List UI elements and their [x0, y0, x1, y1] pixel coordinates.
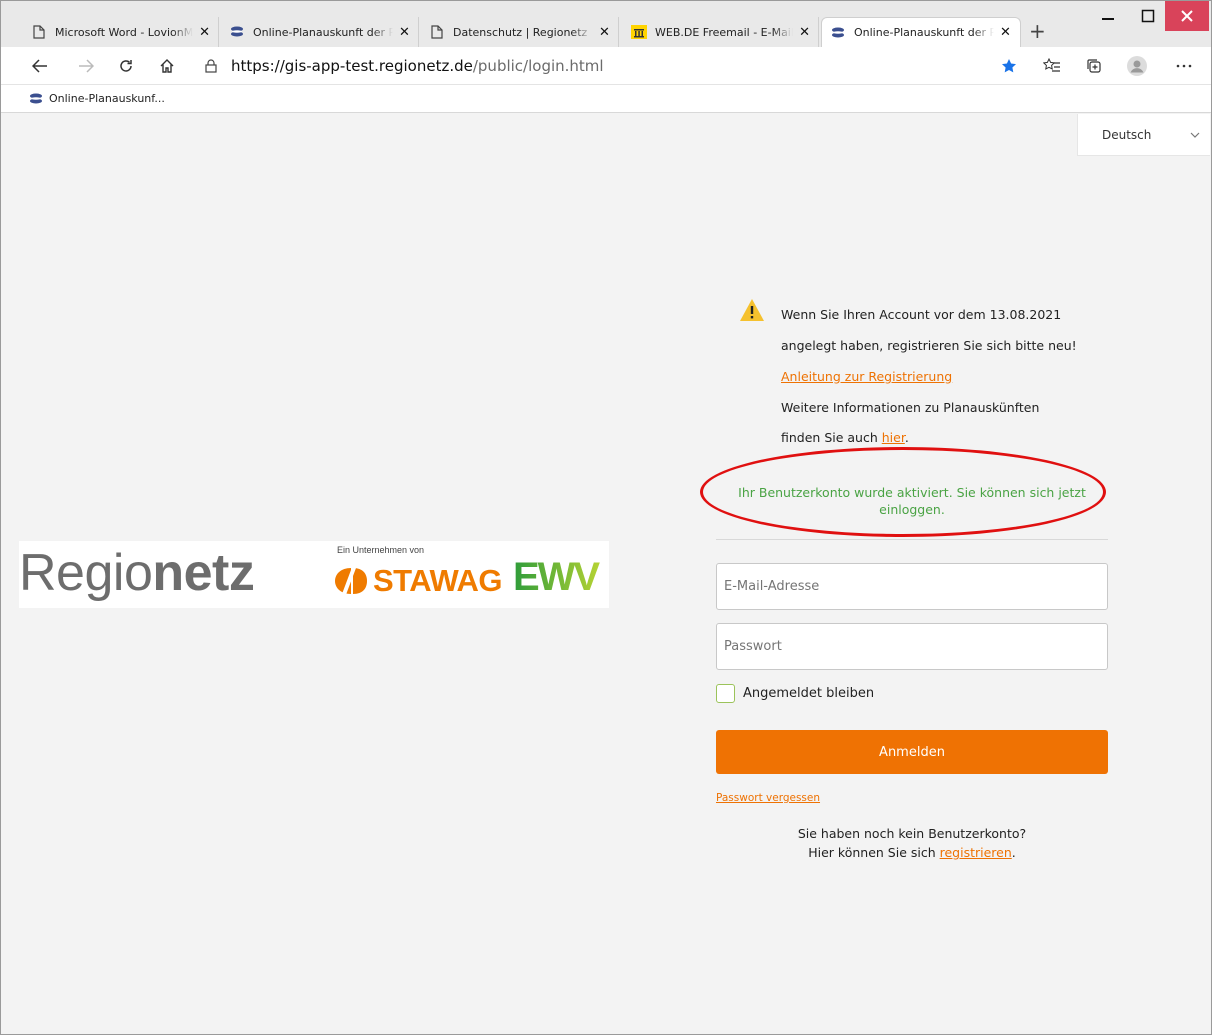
page-icon	[31, 24, 47, 40]
email-field[interactable]	[716, 563, 1108, 610]
tab-planauskunft-active[interactable]: Online-Planauskunft der Re ✕	[821, 17, 1021, 47]
no-account-text: Sie haben noch kein Benutzerkonto? Hier …	[716, 824, 1108, 862]
notice-line-1: Wenn Sie Ihren Account vor dem 13.08.202…	[781, 307, 1062, 322]
forward-button[interactable]	[75, 55, 97, 77]
notice-line-2: angelegt haben, registrieren Sie sich bi…	[781, 338, 1077, 353]
close-tab-icon[interactable]: ✕	[599, 25, 610, 40]
refresh-button[interactable]	[115, 55, 137, 77]
divider	[716, 539, 1108, 540]
tab-word[interactable]: Microsoft Word - LovionM ✕	[23, 17, 219, 47]
close-tab-icon[interactable]: ✕	[799, 25, 810, 40]
close-window-button[interactable]	[1165, 1, 1209, 31]
ewv-logo: EWV	[513, 555, 605, 607]
profile-avatar[interactable]	[1126, 55, 1148, 77]
stawag-mark-icon	[335, 566, 367, 596]
stawag-logo: STAWAG	[333, 563, 503, 599]
regionetz-icon	[830, 25, 846, 41]
no-account-line-1: Sie haben noch kein Benutzerkonto?	[797, 826, 1027, 841]
url-field[interactable]: https://gis-app-test.regionetz.de/public…	[193, 51, 1031, 81]
notice-line-3: Anleitung zur Registrierung	[781, 369, 952, 384]
tab-datenschutz[interactable]: Datenschutz | Regionetz ✕	[421, 17, 619, 47]
notice-line-5: finden Sie auch hier.	[781, 430, 909, 445]
no-account-line-2: Hier können Sie sich registrieren.	[808, 845, 1016, 860]
more-info-link[interactable]: hier	[882, 430, 905, 445]
svg-text:EWV: EWV	[513, 557, 600, 597]
home-button[interactable]	[156, 55, 178, 77]
address-bar-row: https://gis-app-test.regionetz.de/public…	[1, 47, 1211, 85]
webde-icon	[631, 24, 647, 40]
close-tab-icon[interactable]: ✕	[399, 25, 410, 40]
warning-icon	[739, 298, 765, 325]
registration-guide-link[interactable]: Anleitung zur Registrierung	[781, 369, 952, 384]
password-field[interactable]	[716, 623, 1108, 670]
regionetz-icon	[29, 92, 43, 106]
remember-me[interactable]: Angemeldet bleiben	[716, 684, 874, 703]
url-host: https://gis-app-test.regionetz.de	[231, 57, 473, 75]
lock-icon	[205, 59, 221, 73]
new-tab-button[interactable]: +	[1029, 20, 1046, 42]
favorite-star-icon[interactable]	[998, 55, 1020, 77]
close-tab-icon[interactable]: ✕	[1000, 25, 1011, 40]
tab-strip: Microsoft Word - LovionM ✕ Online-Planau…	[1, 1, 1211, 47]
tab-planauskunft-1[interactable]: Online-Planauskunft der Re ✕	[221, 17, 419, 47]
close-tab-icon[interactable]: ✕	[199, 25, 210, 40]
register-link[interactable]: registrieren	[940, 845, 1012, 860]
regionetz-logo: Regionetz Ein Unternehmen von STAWAG EWV	[19, 541, 609, 608]
favorite-link[interactable]: Online-Planauskunf...	[49, 92, 165, 105]
collections-icon[interactable]	[1083, 55, 1105, 77]
remember-checkbox[interactable]	[716, 684, 735, 703]
page-icon	[429, 24, 445, 40]
favorites-bar: Online-Planauskunf...	[1, 85, 1211, 113]
regionetz-icon	[229, 24, 245, 40]
chevron-down-icon	[1190, 127, 1200, 141]
forgot-password-link[interactable]: Passwort vergessen	[716, 792, 820, 804]
logo-company-note: Ein Unternehmen von	[337, 545, 425, 555]
favorites-icon[interactable]	[1041, 55, 1063, 77]
login-button[interactable]: Anmelden	[716, 730, 1108, 774]
page-content: Deutsch Regionetz Ein Unternehmen von ST…	[2, 114, 1210, 1034]
remember-label: Angemeldet bleiben	[743, 686, 875, 701]
highlight-ellipse	[700, 447, 1106, 537]
back-button[interactable]	[29, 55, 51, 77]
more-menu-icon[interactable]	[1173, 55, 1195, 77]
language-value: Deutsch	[1102, 127, 1152, 142]
logo-wordmark: Regionetz	[19, 544, 255, 602]
notice-line-4: Weitere Informationen zu Planauskünften	[781, 400, 1040, 415]
browser-window: Microsoft Word - LovionM ✕ Online-Planau…	[0, 0, 1212, 1035]
url-path: /public/login.html	[472, 57, 604, 75]
language-select[interactable]: Deutsch	[1077, 114, 1210, 156]
tab-webde[interactable]: WEB.DE Freemail - E-Mail ✕	[623, 17, 819, 47]
